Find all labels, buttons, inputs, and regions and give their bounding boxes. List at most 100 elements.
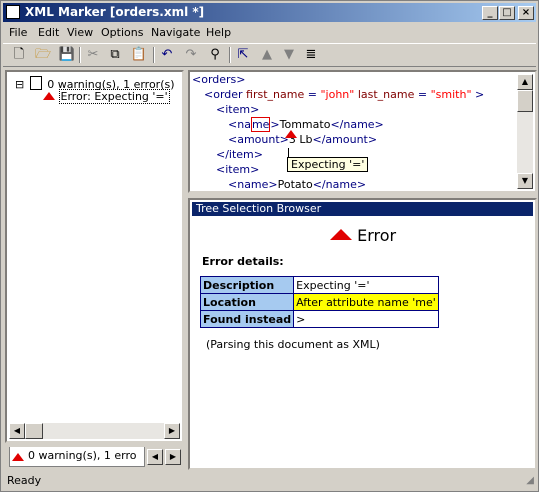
scroll-up-icon[interactable]: ▲ [517, 74, 533, 90]
parsing-note: (Parsing this document as XML) [206, 338, 380, 351]
redo-icon[interactable]: ↷ [181, 46, 201, 64]
copy-icon[interactable]: ⧉ [105, 46, 125, 64]
code-token: </name> [312, 178, 367, 191]
error-triangle-icon [285, 130, 297, 138]
code-token: Potato [277, 178, 313, 191]
scroll-thumb[interactable] [517, 90, 533, 112]
tree-nav-icon[interactable]: ⇱ [233, 46, 253, 64]
close-button[interactable]: × [518, 6, 534, 20]
code-line[interactable]: <order first_name = "john" last_name = "… [204, 88, 484, 101]
code-token: > [471, 88, 485, 101]
error-heading: Error [330, 226, 396, 245]
row-key: Found instead [199, 310, 295, 328]
tab-errors-label: 0 warning(s), 1 erro [28, 449, 137, 462]
tree-error-label: Error: Expecting '=' [58, 89, 170, 104]
status-text: Ready [7, 474, 42, 487]
scroll-thumb[interactable] [25, 423, 43, 439]
row-key: Location [199, 293, 295, 311]
tree-horizontal-scrollbar[interactable]: ◀ ▶ [9, 423, 180, 439]
menu-view[interactable]: View [67, 26, 93, 39]
code-token: = [414, 88, 431, 101]
resize-grip-icon[interactable]: ◢ [526, 475, 534, 486]
code-token: "smith" [430, 88, 472, 101]
xml-editor-pane[interactable]: <orders> <order first_name = "john" last_… [188, 70, 537, 193]
error-details-table: Description Expecting '=' Location After… [199, 276, 439, 328]
code-token: = [304, 88, 321, 101]
list-icon[interactable]: ≣ [301, 46, 321, 64]
tree-error-item[interactable]: Error: Expecting '=' [43, 89, 170, 104]
code-line[interactable]: <item> [216, 163, 259, 176]
code-token: > [270, 118, 280, 131]
error-details-label: Error details: [202, 255, 284, 268]
error-triangle-icon [330, 229, 352, 240]
toolbar-separator [79, 47, 81, 63]
scroll-left-icon[interactable]: ◀ [9, 423, 25, 439]
find-binoculars-icon[interactable]: ⚲ [205, 46, 225, 64]
browser-header: Tree Selection Browser [192, 202, 533, 216]
code-token: last_name [354, 88, 415, 101]
app-icon [6, 5, 20, 19]
code-token: <amount> [228, 133, 289, 146]
menu-bar: File Edit View Options Navigate Help [3, 23, 536, 41]
toolbar-separator [229, 47, 231, 63]
table-row: Location After attribute name 'me' [199, 293, 439, 311]
toolbar: 🗋 🗁 💾 ✂ ⧉ 📋 ↶ ↷ ⚲ ⇱ ▲ ▼ ≣ [3, 43, 536, 67]
code-token: <name> [228, 178, 278, 191]
code-line[interactable]: <name>Potato</name> [228, 178, 366, 191]
cut-icon[interactable]: ✂ [83, 46, 103, 64]
save-icon[interactable]: 💾 [57, 46, 77, 64]
code-line[interactable]: <amount>3 Lb</amount> [228, 133, 377, 146]
code-line[interactable]: </item> [216, 148, 263, 161]
status-bar: Ready ◢ [3, 473, 536, 489]
open-folder-icon[interactable]: 🗁 [33, 46, 53, 64]
code-line[interactable]: <name>Tommato</name> [228, 117, 384, 132]
error-tree-pane[interactable]: ⊟ 0 warning(s), 1 error(s) Error: Expect… [5, 70, 184, 443]
window-title: XML Marker [orders.xml *] [25, 5, 205, 19]
new-file-icon[interactable]: 🗋 [9, 46, 29, 64]
error-triangle-icon [43, 92, 55, 100]
menu-file[interactable]: File [9, 26, 27, 39]
menu-help[interactable]: Help [206, 26, 231, 39]
menu-navigate[interactable]: Navigate [151, 26, 200, 39]
code-token: </amount> [312, 133, 378, 146]
error-marker [285, 128, 297, 141]
code-token: "john" [320, 88, 355, 101]
tab-scroll-right-icon[interactable]: ▶ [165, 449, 181, 465]
code-token: <item> [216, 103, 260, 116]
minimize-button[interactable]: _ [482, 6, 498, 20]
code-token: first_name [246, 88, 305, 101]
code-token: <orders> [192, 73, 246, 86]
row-value: Expecting '=' [293, 276, 439, 294]
row-value: After attribute name 'me' [293, 293, 439, 311]
expand-collapse-icon[interactable]: ⊟ [15, 78, 24, 91]
tree-selection-browser: Tree Selection Browser Error Error detai… [188, 198, 537, 470]
tab-scroll-left-icon[interactable]: ◀ [147, 449, 163, 465]
move-down-icon[interactable]: ▼ [279, 46, 299, 64]
error-tooltip: Expecting '=' [287, 157, 369, 172]
code-token: </name> [330, 118, 384, 131]
error-token: me [250, 117, 271, 132]
code-line[interactable]: <orders> [192, 73, 246, 86]
paste-icon[interactable]: 📋 [129, 46, 149, 64]
scroll-right-icon[interactable]: ▶ [164, 423, 180, 439]
menu-options[interactable]: Options [101, 26, 143, 39]
row-key: Description [199, 276, 295, 294]
error-triangle-icon [12, 453, 24, 461]
table-row: Description Expecting '=' [199, 276, 439, 294]
editor-vertical-scrollbar[interactable]: ▲ ▼ [517, 74, 533, 189]
document-icon [29, 76, 42, 90]
scroll-down-icon[interactable]: ▼ [517, 173, 533, 189]
code-token: <item> [216, 163, 260, 176]
code-line[interactable]: <item> [216, 103, 259, 116]
maximize-button[interactable]: □ [499, 6, 515, 20]
menu-edit[interactable]: Edit [38, 26, 59, 39]
move-up-icon[interactable]: ▲ [257, 46, 277, 64]
undo-icon[interactable]: ↶ [157, 46, 177, 64]
title-bar: XML Marker [orders.xml *] _ □ × [3, 3, 536, 22]
bottom-tab-strip: 0 warning(s), 1 erro ◀ ▶ [5, 445, 186, 469]
tab-errors[interactable]: 0 warning(s), 1 erro [9, 447, 145, 467]
code-token: <order [204, 88, 247, 101]
code-token: </item> [216, 148, 263, 161]
toolbar-separator [153, 47, 155, 63]
app-window: XML Marker [orders.xml *] _ □ × File Edi… [0, 0, 539, 492]
